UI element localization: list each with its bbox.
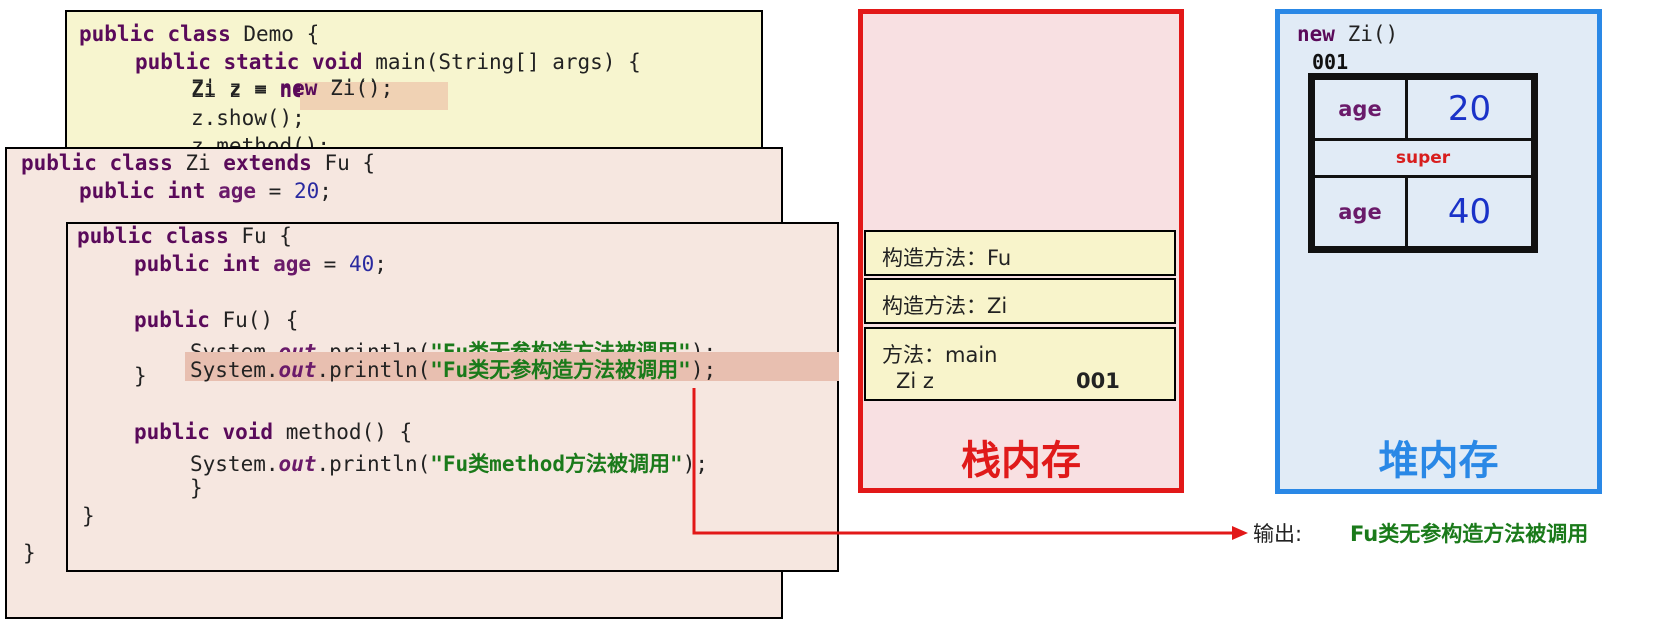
- output-label: 输出:: [1253, 522, 1303, 546]
- output-text: Fu类无参构造方法被调用: [1350, 522, 1589, 546]
- arrow-head: [1232, 526, 1248, 540]
- arrow-line: [692, 388, 1233, 535]
